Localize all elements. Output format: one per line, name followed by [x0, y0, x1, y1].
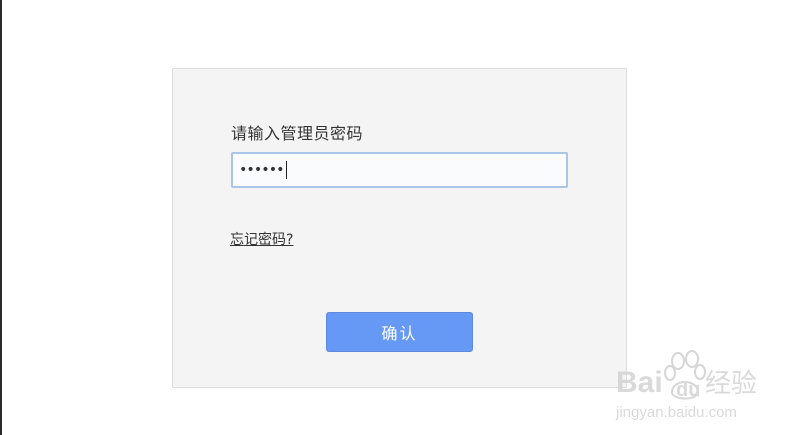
router-login-page: 请输入管理员密码 •••••• 忘记密码? 确认 Bai du 经验 jingy…: [0, 0, 800, 435]
forgot-password-link[interactable]: 忘记密码?: [230, 229, 293, 249]
password-mask: ••••••: [239, 162, 285, 178]
svg-text:jingyan.baidu.com: jingyan.baidu.com: [615, 404, 737, 421]
password-input[interactable]: ••••••: [231, 152, 568, 188]
window-left-edge: [0, 0, 2, 435]
login-panel: 请输入管理员密码 •••••• 忘记密码? 确认: [172, 68, 627, 388]
baidu-jingyan-watermark: Bai du 经验 jingyan.baidu.com: [600, 345, 790, 425]
password-prompt-label: 请输入管理员密码: [231, 124, 364, 143]
confirm-button[interactable]: 确认: [326, 312, 473, 352]
text-caret: [285, 161, 287, 179]
svg-text:经验: 经验: [705, 369, 757, 399]
watermark-logo: Bai du 经验 jingyan.baidu.com: [615, 350, 757, 421]
svg-text:du: du: [676, 379, 700, 401]
svg-text:Bai: Bai: [616, 366, 663, 399]
